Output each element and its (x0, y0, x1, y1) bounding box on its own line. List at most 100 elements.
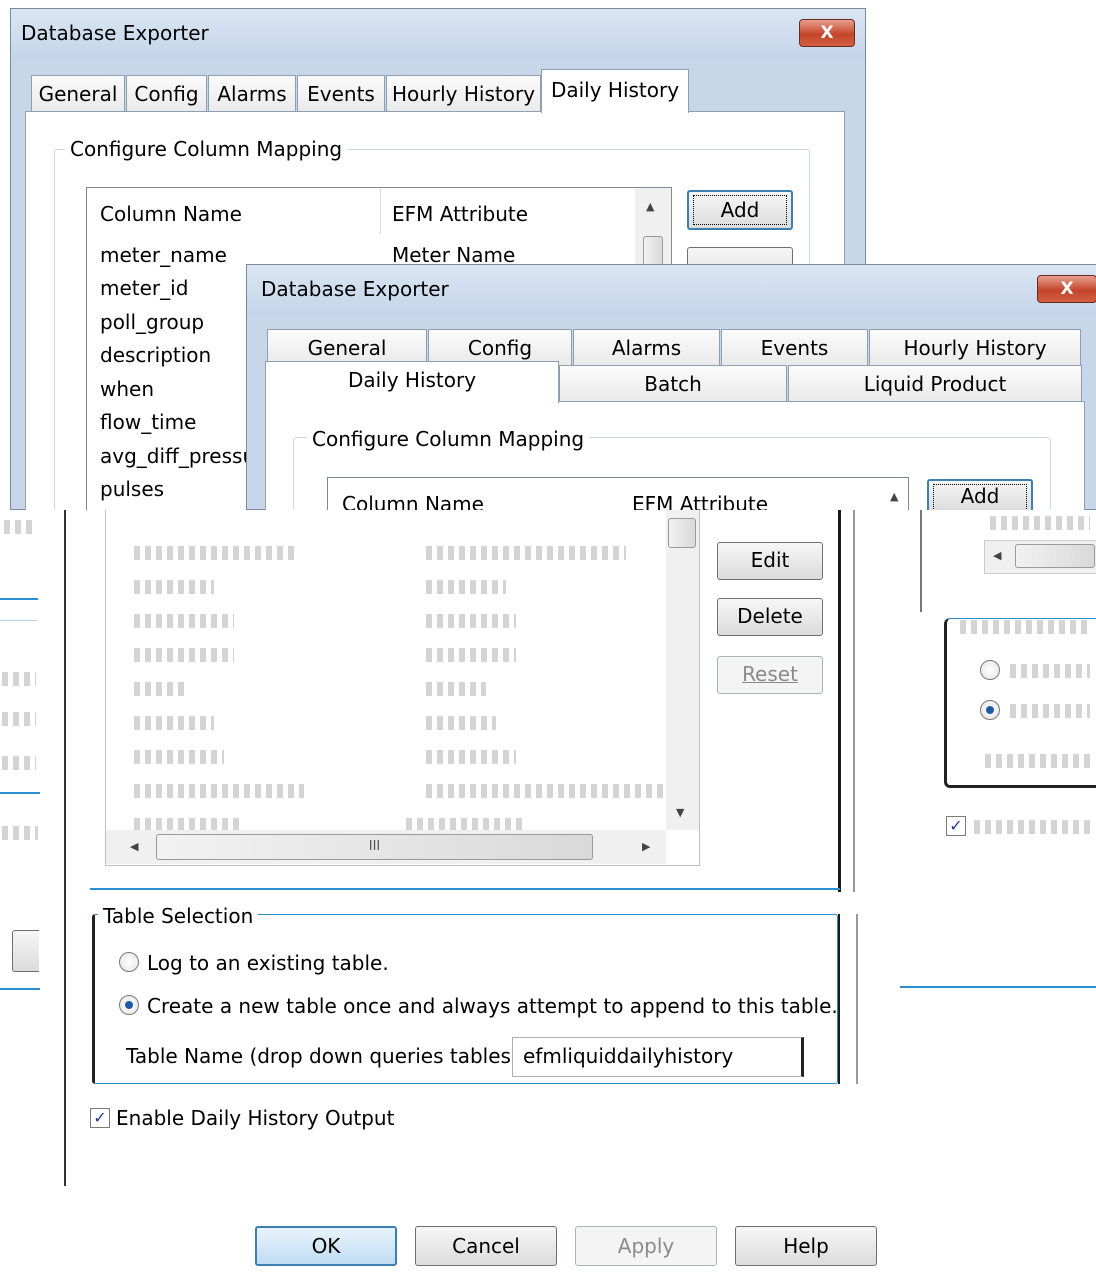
table-selection-label: Table Selection (98, 904, 259, 928)
cancel-button[interactable]: Cancel (415, 1226, 557, 1266)
lower-vertical-scrollbar[interactable]: ▼ (666, 510, 699, 830)
front-tab-batch[interactable]: Batch (559, 365, 787, 403)
table-name-field[interactable]: efmliquiddailyhistory (512, 1037, 804, 1077)
back-tab-hourly-history[interactable]: Hourly History (386, 75, 541, 113)
front-window-title: Database Exporter (261, 277, 449, 301)
torn-checkbox: ✓ (946, 816, 966, 836)
back-tab-events[interactable]: Events (297, 75, 385, 113)
scroll-right-arrow-icon[interactable]: ▶ (642, 840, 650, 853)
front-tab-events[interactable]: Events (721, 329, 868, 367)
front-column-mapping-list[interactable]: Column Name EFM Attribute ▲ (327, 477, 909, 511)
front-tab-hourly-history[interactable]: Hourly History (869, 329, 1081, 367)
group-right-edge (853, 510, 855, 892)
scroll-grip-label: III (368, 839, 381, 854)
garbled-list-row[interactable] (134, 648, 234, 662)
list-item[interactable]: poll_group (100, 310, 204, 334)
garbled-list-row[interactable] (426, 716, 496, 730)
garbled-list-row[interactable] (134, 580, 214, 594)
list-item[interactable]: when (100, 377, 154, 401)
list-item[interactable]: avg_diff_pressu (100, 444, 255, 468)
front-tab-alarms[interactable]: Alarms (573, 329, 720, 367)
group-bottom-edge (90, 888, 840, 890)
torn-scrollbar-fragment: ◀ (984, 540, 1096, 574)
front-column-mapping-label: Configure Column Mapping (307, 427, 590, 451)
edit-label: Edit (750, 548, 790, 572)
reset-label: Reset (742, 662, 798, 686)
garbled-list-row[interactable] (426, 614, 516, 628)
garbled-list-row[interactable] (134, 546, 294, 560)
list-item[interactable]: flow_time (100, 410, 196, 434)
radio-existing-label[interactable]: Log to an existing table. (147, 951, 389, 975)
torn-edge-line (0, 792, 40, 794)
scroll-thumb[interactable] (668, 518, 696, 548)
garbled-text (990, 516, 1090, 530)
garbled-list-row[interactable] (426, 682, 486, 696)
front-title-bar: Database Exporter X (247, 265, 1096, 315)
garbled-text (960, 620, 1090, 634)
garbled-list-row[interactable] (134, 750, 224, 764)
enable-daily-history-label[interactable]: Enable Daily History Output (116, 1106, 394, 1130)
garbled-list-row[interactable] (426, 580, 506, 594)
ok-label: OK (311, 1234, 341, 1258)
garbled-text (2, 756, 36, 770)
enable-daily-history-checkbox[interactable]: ✓ (90, 1108, 110, 1128)
back-tab-daily-history[interactable]: Daily History (541, 69, 689, 113)
back-tab-alarms[interactable]: Alarms (208, 75, 296, 113)
torn-edge-line (900, 986, 1096, 988)
torn-edge-line (0, 598, 38, 600)
front-tab-daily-history[interactable]: Daily History (265, 361, 559, 403)
front-close-button[interactable]: X (1037, 275, 1096, 303)
scroll-up-arrow-icon[interactable]: ▲ (646, 200, 654, 213)
garbled-list-row[interactable] (426, 784, 666, 798)
list-item[interactable]: meter_name (100, 243, 227, 267)
garbled-list-row[interactable] (134, 784, 304, 798)
front-column-header-attribute[interactable]: EFM Attribute (632, 492, 768, 511)
garbled-list-row[interactable] (426, 750, 516, 764)
garbled-text (974, 820, 1094, 834)
back-close-button[interactable]: X (799, 19, 855, 47)
front-column-header-name[interactable]: Column Name (342, 492, 484, 511)
delete-button[interactable]: Delete (717, 598, 823, 636)
list-item[interactable]: pulses (100, 477, 164, 501)
garbled-text (985, 754, 1090, 768)
back-column-header-name[interactable]: Column Name (100, 202, 242, 226)
cancel-label: Cancel (452, 1234, 520, 1258)
garbled-text (2, 826, 38, 840)
garbled-text (2, 712, 36, 726)
garbled-list-row[interactable] (134, 682, 184, 696)
garbled-list-row[interactable] (134, 716, 214, 730)
delete-label: Delete (737, 604, 803, 628)
ok-button[interactable]: OK (255, 1226, 397, 1266)
list-item[interactable]: description (100, 343, 211, 367)
back-column-header-attribute[interactable]: EFM Attribute (392, 202, 528, 226)
scroll-left-arrow-icon: ◀ (993, 549, 1002, 562)
garbled-text (4, 520, 34, 534)
front-tab-liquid-product[interactable]: Liquid Product (788, 365, 1082, 403)
front-dialog-window: Database Exporter X General Config Alarm… (246, 264, 1096, 511)
reset-button[interactable]: Reset (717, 656, 823, 694)
front-add-button[interactable]: Add (927, 479, 1033, 511)
apply-button[interactable]: Apply (575, 1226, 717, 1266)
radio-existing-table[interactable] (119, 952, 139, 972)
radio-new-label[interactable]: Create a new table once and always attem… (147, 994, 838, 1018)
garbled-list-row[interactable] (134, 614, 234, 628)
garbled-list-row[interactable] (426, 546, 626, 560)
horizontal-scroll-thumb[interactable]: III (156, 834, 593, 860)
group-right-edge (838, 914, 840, 1084)
group-right-edge (856, 914, 858, 1084)
lower-column-mapping-list[interactable]: ▼ ◀ III ▶ (105, 510, 700, 866)
back-tab-general[interactable]: General (31, 75, 125, 113)
radio-new-table[interactable] (119, 995, 139, 1015)
list-item[interactable]: meter_id (100, 276, 188, 300)
torn-edge-line (0, 620, 38, 621)
scroll-left-arrow-icon[interactable]: ◀ (130, 840, 138, 853)
table-name-label: Table Name (drop down queries tables) (126, 1044, 519, 1068)
garbled-list-row[interactable] (426, 648, 516, 662)
edit-button[interactable]: Edit (717, 542, 823, 580)
back-tab-config[interactable]: Config (126, 75, 207, 113)
lower-horizontal-scrollbar[interactable]: ◀ III ▶ (106, 830, 666, 864)
scroll-up-arrow-icon[interactable]: ▲ (890, 490, 898, 503)
back-add-button[interactable]: Add (687, 190, 793, 230)
scroll-down-arrow-icon[interactable]: ▼ (676, 806, 684, 819)
help-button[interactable]: Help (735, 1226, 877, 1266)
